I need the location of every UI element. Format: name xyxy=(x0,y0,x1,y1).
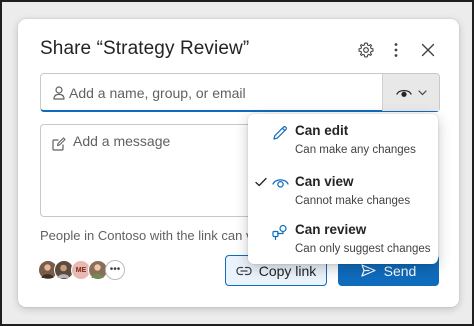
permission-menu: Can edit Can make any changes Can view C… xyxy=(248,114,438,264)
menu-item-description: Can make any changes xyxy=(295,144,416,156)
more-people-label: ••• xyxy=(109,264,121,275)
link-icon xyxy=(236,266,252,276)
menu-item-can-view[interactable]: Can view Cannot make changes xyxy=(248,172,438,218)
compose-icon xyxy=(52,137,66,151)
settings-button[interactable] xyxy=(353,37,379,63)
checkmark-icon xyxy=(255,177,267,187)
close-icon xyxy=(421,43,435,57)
recipient-field[interactable] xyxy=(40,73,440,112)
menu-item-can-edit[interactable]: Can edit Can make any changes xyxy=(248,121,438,167)
menu-item-title: Can review xyxy=(295,222,367,237)
gear-icon xyxy=(357,41,375,59)
more-options-button[interactable] xyxy=(383,37,409,63)
message-input[interactable] xyxy=(73,133,248,211)
screenshot-frame: Share “Strategy Review” Add a name, grou… xyxy=(0,0,474,326)
close-button[interactable] xyxy=(415,37,441,63)
dialog-title: Share “Strategy Review” xyxy=(40,38,250,59)
pencil-icon xyxy=(272,125,288,141)
permission-dropdown-button[interactable] xyxy=(382,74,439,111)
person-icon xyxy=(53,86,65,100)
menu-item-description: Can only suggest changes xyxy=(295,243,431,255)
avatar-initials-text: ME xyxy=(75,266,87,274)
chevron-down-icon xyxy=(417,89,427,96)
link-settings-text[interactable]: People in Contoso with the link can v xyxy=(40,228,250,243)
more-people-button[interactable]: ••• xyxy=(105,260,125,280)
eye-icon xyxy=(395,87,412,99)
eye-icon xyxy=(272,176,289,190)
recipient-input[interactable] xyxy=(69,74,369,111)
message-field[interactable] xyxy=(40,124,252,217)
more-vertical-icon xyxy=(393,42,399,58)
menu-item-title: Can view xyxy=(295,174,354,189)
review-icon xyxy=(272,224,288,241)
menu-item-can-review[interactable]: Can review Can only suggest changes xyxy=(248,220,438,266)
menu-item-description: Cannot make changes xyxy=(295,195,411,207)
menu-item-title: Can edit xyxy=(295,123,349,138)
